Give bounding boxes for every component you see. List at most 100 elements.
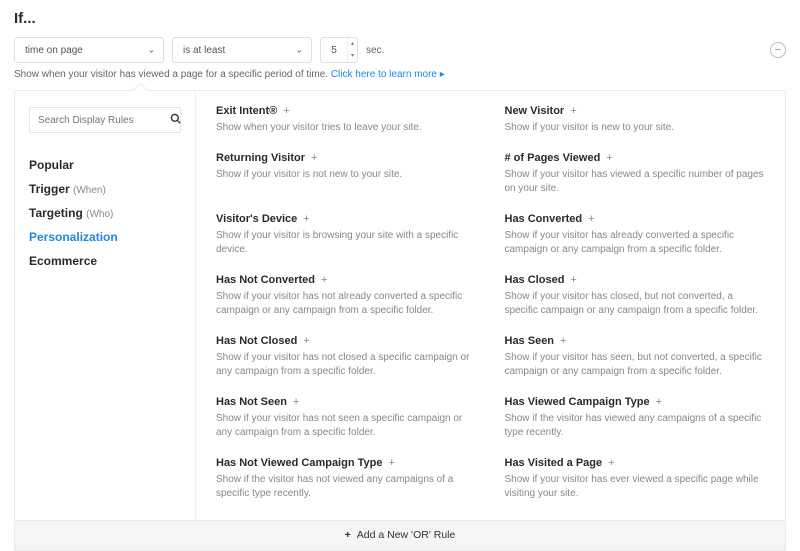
rule-has-visited-page: Has Visited a Page + Show if your visitor… bbox=[505, 457, 766, 502]
rule-title[interactable]: Has Not Closed + bbox=[216, 335, 477, 347]
rule-title-text: Has Closed bbox=[505, 274, 565, 286]
rule-pages-viewed: # of Pages Viewed + Show if your visitor … bbox=[505, 152, 766, 197]
rule-title-text: Has Not Viewed Campaign Type bbox=[216, 457, 382, 469]
plus-icon: + bbox=[311, 152, 317, 164]
rule-desc: Show if the visitor has not viewed any c… bbox=[216, 473, 477, 502]
plus-icon: + bbox=[656, 396, 662, 408]
rule-title-text: Has Visited a Page bbox=[505, 457, 603, 469]
sidebar-item-ecommerce[interactable]: Ecommerce bbox=[29, 249, 181, 273]
chevron-down-icon: ⌄ bbox=[295, 45, 303, 56]
rule-title[interactable]: New Visitor+ bbox=[505, 105, 766, 117]
search-input[interactable] bbox=[38, 115, 170, 126]
rule-title[interactable]: Has Closed + bbox=[505, 274, 766, 286]
rule-desc: Show if your visitor is new to your site… bbox=[505, 121, 766, 136]
plus-icon: + bbox=[321, 274, 327, 286]
rule-has-viewed-type: Has Viewed Campaign Type + Show if the vi… bbox=[505, 396, 766, 441]
chevron-down-icon: ⌄ bbox=[147, 45, 155, 56]
rule-exit-intent: Exit Intent® + Show when your visitor tri… bbox=[216, 105, 477, 136]
rule-has-converted: Has Converted+ Show if your visitor has … bbox=[505, 213, 766, 258]
operator-select[interactable]: is at least ⌄ bbox=[172, 37, 312, 63]
helper-text-body: Show when your visitor has viewed a page… bbox=[14, 69, 331, 80]
rule-title-text: Has Not Seen bbox=[216, 396, 287, 408]
rule-returning-visitor: Returning Visitor + Show if your visitor … bbox=[216, 152, 477, 197]
sidebar: Popular Trigger (When) Targeting (Who) P… bbox=[15, 91, 195, 520]
plus-icon: + bbox=[570, 105, 576, 117]
rule-desc: Show if your visitor is not new to your … bbox=[216, 168, 477, 183]
sidebar-item-personalization[interactable]: Personalization bbox=[29, 225, 181, 249]
rule-title[interactable]: Returning Visitor + bbox=[216, 152, 477, 164]
search-box[interactable] bbox=[29, 107, 181, 133]
rule-has-not-converted: Has Not Converted + Show if your visitor … bbox=[216, 274, 477, 319]
rule-has-not-viewed-type: Has Not Viewed Campaign Type + Show if th… bbox=[216, 457, 477, 502]
plus-icon: + bbox=[345, 529, 351, 541]
plus-icon: + bbox=[608, 457, 614, 469]
rule-title-text: Exit Intent® bbox=[216, 105, 277, 117]
rule-has-seen: Has Seen+ Show if your visitor has seen,… bbox=[505, 335, 766, 380]
rule-title[interactable]: Has Viewed Campaign Type + bbox=[505, 396, 766, 408]
rule-has-closed: Has Closed + Show if your visitor has clo… bbox=[505, 274, 766, 319]
sidebar-item-popular[interactable]: Popular bbox=[29, 153, 181, 177]
rule-desc: Show if your visitor has not seen a spec… bbox=[216, 412, 477, 441]
rule-desc: Show if your visitor has closed, but not… bbox=[505, 290, 766, 319]
rule-new-visitor: New Visitor+ Show if your visitor is new… bbox=[505, 105, 766, 136]
rule-title[interactable]: Has Visited a Page + bbox=[505, 457, 766, 469]
sidebar-item-label: Personalization bbox=[29, 230, 118, 244]
rule-desc: Show if your visitor has viewed a specif… bbox=[505, 168, 766, 197]
plus-icon: + bbox=[303, 335, 309, 347]
field-select-value: time on page bbox=[25, 45, 83, 56]
rule-title[interactable]: Has Not Converted + bbox=[216, 274, 477, 286]
sidebar-item-trigger[interactable]: Trigger (When) bbox=[29, 177, 181, 201]
rule-desc: Show if the visitor has viewed any campa… bbox=[505, 412, 766, 441]
rule-title[interactable]: Visitor's Device+ bbox=[216, 213, 477, 225]
value-stepper[interactable]: 5 ▴ ▾ bbox=[320, 37, 358, 63]
rule-title[interactable]: Has Converted + bbox=[505, 213, 766, 225]
rules-grid: Exit Intent® + Show when your visitor tri… bbox=[195, 91, 785, 520]
rule-title-text: # of Pages Viewed bbox=[505, 152, 601, 164]
rule-title[interactable]: Exit Intent® + bbox=[216, 105, 477, 117]
rule-desc: Show when your visitor tries to leave yo… bbox=[216, 121, 477, 136]
rule-bar: time on page ⌄ is at least ⌄ 5 ▴ ▾ sec. … bbox=[14, 37, 786, 63]
plus-icon: + bbox=[560, 335, 566, 347]
rule-desc: Show if your visitor has ever viewed a s… bbox=[505, 473, 766, 502]
plus-icon: + bbox=[570, 274, 576, 286]
plus-icon: + bbox=[303, 213, 309, 225]
sidebar-item-targeting[interactable]: Targeting (Who) bbox=[29, 201, 181, 225]
rule-title[interactable]: # of Pages Viewed + bbox=[505, 152, 766, 164]
sidebar-item-label: Trigger bbox=[29, 182, 70, 196]
plus-icon: + bbox=[606, 152, 612, 164]
rule-title-text: Has Viewed Campaign Type bbox=[505, 396, 650, 408]
sidebar-item-sub: (Who) bbox=[86, 209, 113, 220]
value-spinner: ▴ ▾ bbox=[347, 38, 357, 62]
plus-icon: + bbox=[588, 213, 594, 225]
rule-title[interactable]: Has Not Seen+ bbox=[216, 396, 477, 408]
plus-icon: + bbox=[388, 457, 394, 469]
rule-title-text: Has Not Converted bbox=[216, 274, 315, 286]
sidebar-item-sub: (When) bbox=[73, 185, 106, 196]
learn-more-link[interactable]: Click here to learn more ▸ bbox=[331, 69, 445, 80]
rule-title[interactable]: Has Not Viewed Campaign Type + bbox=[216, 457, 477, 469]
step-up-icon[interactable]: ▴ bbox=[348, 38, 357, 50]
rule-title-text: Returning Visitor bbox=[216, 152, 305, 164]
plus-icon: + bbox=[283, 105, 289, 117]
rule-desc: Show if your visitor has not already con… bbox=[216, 290, 477, 319]
minus-icon: − bbox=[775, 45, 781, 56]
rule-title-text: Has Converted bbox=[505, 213, 583, 225]
rules-panel: Popular Trigger (When) Targeting (Who) P… bbox=[14, 90, 786, 521]
rule-has-not-seen: Has Not Seen+ Show if your visitor has n… bbox=[216, 396, 477, 441]
collapse-button[interactable]: − bbox=[770, 42, 786, 58]
operator-select-value: is at least bbox=[183, 45, 225, 56]
step-down-icon[interactable]: ▾ bbox=[348, 50, 357, 62]
helper-text: Show when your visitor has viewed a page… bbox=[14, 69, 786, 80]
add-or-rule-button[interactable]: + Add a New 'OR' Rule bbox=[14, 521, 786, 551]
rule-title[interactable]: Has Seen + bbox=[505, 335, 766, 347]
rule-title-text: Has Not Closed bbox=[216, 335, 297, 347]
value-unit: sec. bbox=[366, 45, 384, 56]
search-icon bbox=[170, 113, 181, 127]
sidebar-item-label: Popular bbox=[29, 158, 74, 172]
sidebar-item-label: Ecommerce bbox=[29, 254, 97, 268]
rule-desc: Show if your visitor is browsing your si… bbox=[216, 229, 477, 258]
field-select[interactable]: time on page ⌄ bbox=[14, 37, 164, 63]
rule-title-text: Has Seen bbox=[505, 335, 555, 347]
sidebar-item-label: Targeting bbox=[29, 206, 83, 220]
value-input[interactable]: 5 bbox=[321, 45, 347, 56]
